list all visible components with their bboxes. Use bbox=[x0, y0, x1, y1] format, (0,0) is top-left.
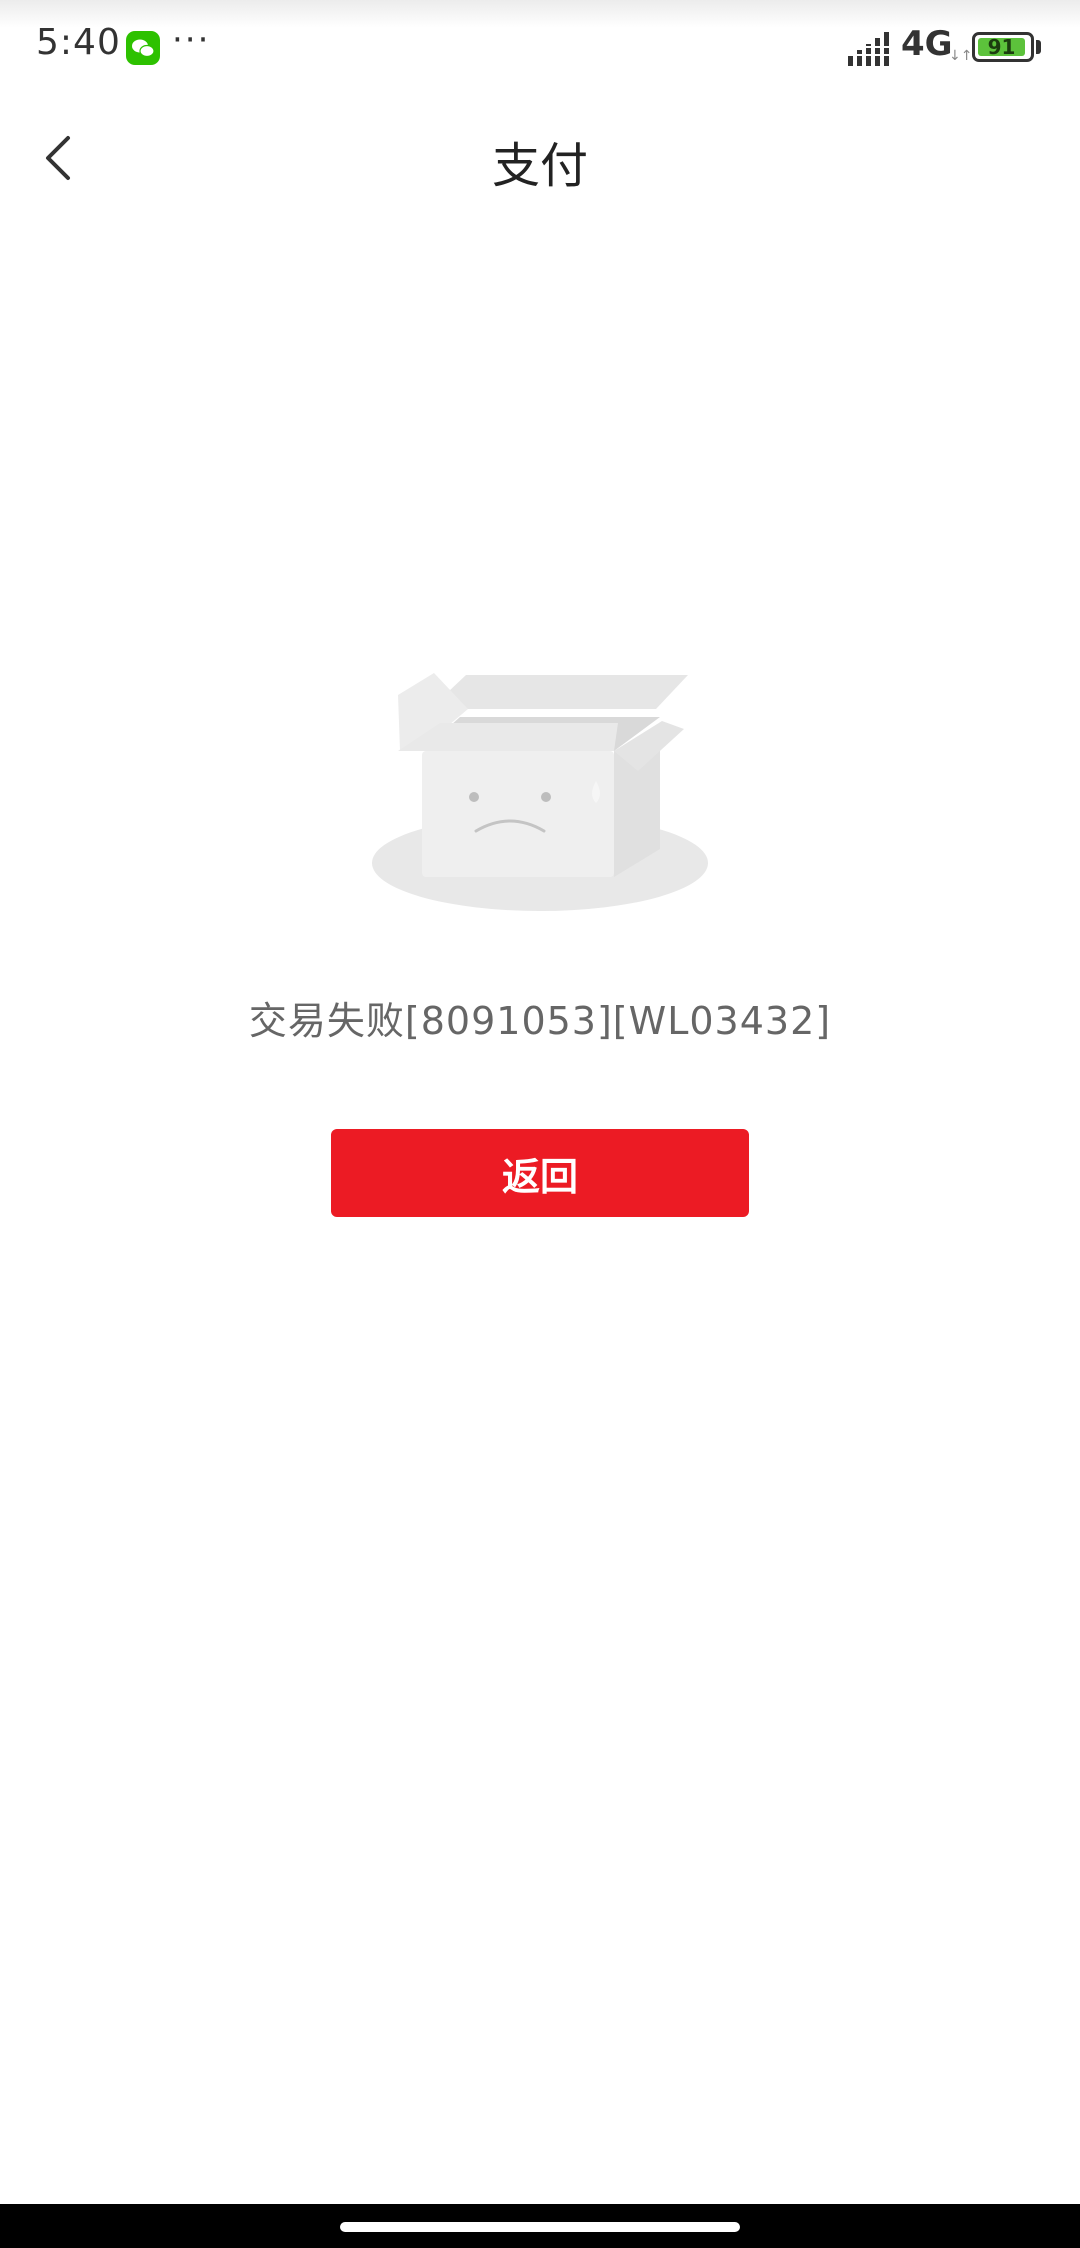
status-time: 5:40 bbox=[36, 22, 121, 63]
battery-icon: 91 bbox=[972, 32, 1034, 62]
battery-cap bbox=[1036, 40, 1041, 54]
home-indicator[interactable] bbox=[340, 2222, 740, 2232]
data-activity-icon: ↓↑ bbox=[949, 48, 973, 64]
page-title: 支付 bbox=[491, 138, 588, 194]
payment-result-screen: 5:40 ··· 4G ↓↑ 91 支付 交易失败[8091053][WL034… bbox=[0, 0, 1080, 2248]
network-type-label: 4G bbox=[901, 24, 953, 64]
more-notifications-icon: ··· bbox=[172, 20, 211, 60]
wechat-icon bbox=[126, 31, 160, 65]
navigation-bar bbox=[0, 2204, 1080, 2248]
signal-strength-icon bbox=[848, 32, 889, 66]
empty-box-sad-face-icon bbox=[372, 673, 708, 911]
error-message: 交易失败[8091053][WL03432] bbox=[248, 999, 832, 1043]
return-button[interactable]: 返回 bbox=[331, 1129, 749, 1217]
status-bar: 5:40 ··· 4G ↓↑ 91 bbox=[0, 0, 1080, 95]
battery-level: 91 bbox=[978, 37, 1025, 57]
